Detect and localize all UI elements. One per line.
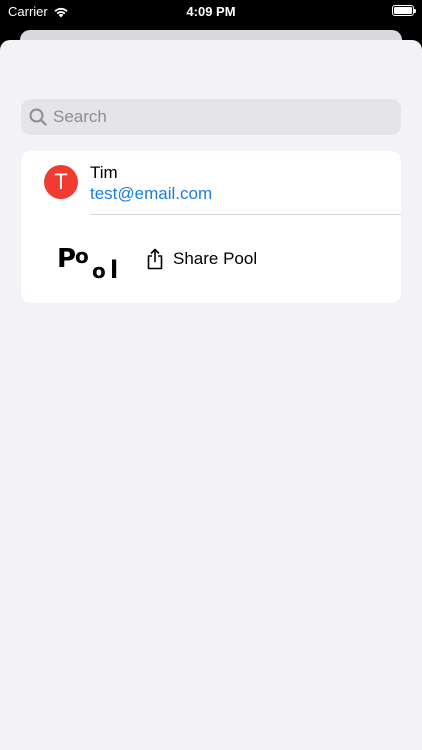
avatar-initial: T <box>54 169 68 194</box>
search-input[interactable] <box>53 107 383 127</box>
search-bar[interactable] <box>21 99 401 135</box>
svg-text:o: o <box>75 244 89 268</box>
contact-name: Tim <box>90 163 118 182</box>
avatar: T <box>44 165 78 199</box>
share-options-card: T Tim test@email.com P o o l Share Pool <box>21 151 401 303</box>
share-pool-row[interactable]: P o o l Share Pool <box>21 215 401 303</box>
status-bar: Carrier 4:09 PM <box>0 0 422 24</box>
share-icon <box>147 248 163 270</box>
battery-icon <box>392 5 416 16</box>
svg-text:P: P <box>57 244 76 274</box>
share-sheet <box>0 40 422 750</box>
contact-row[interactable]: T Tim test@email.com <box>21 151 401 214</box>
search-icon <box>29 108 47 126</box>
status-time: 4:09 PM <box>186 4 236 19</box>
svg-text:l: l <box>110 256 118 281</box>
contact-email[interactable]: test@email.com <box>90 184 212 204</box>
share-pool-label: Share Pool <box>173 249 258 268</box>
pool-logo: P o o l <box>57 244 118 281</box>
svg-text:o: o <box>92 259 106 281</box>
